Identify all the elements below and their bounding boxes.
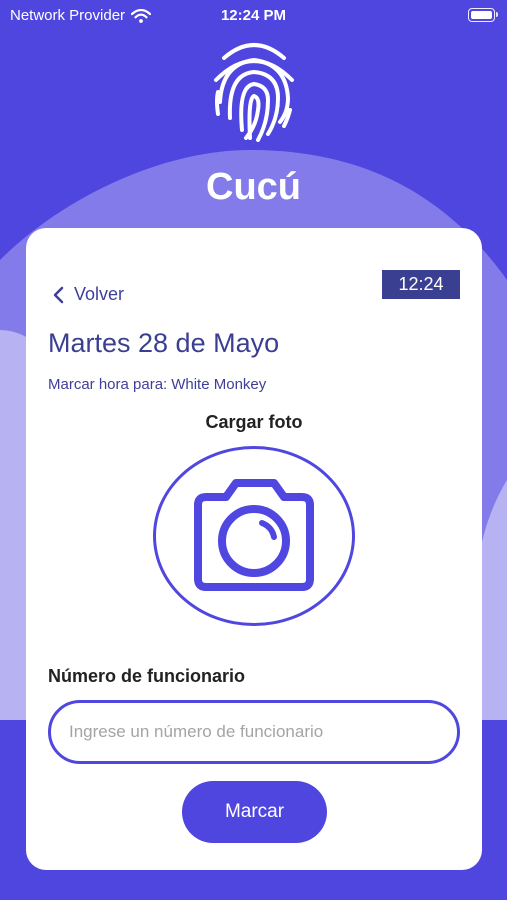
upload-photo-title: Cargar foto bbox=[205, 412, 303, 432]
battery-icon bbox=[468, 8, 498, 22]
upload-photo-button[interactable] bbox=[153, 446, 355, 626]
clock-badge: 12:24 bbox=[382, 270, 460, 299]
date-title: Martes 28 de Mayo bbox=[48, 328, 280, 358]
employee-number-label: Número de funcionario bbox=[48, 666, 246, 686]
app-title: Cucú bbox=[206, 166, 301, 208]
mark-for-text: Marcar hora para: White Monkey bbox=[48, 376, 266, 393]
mark-for-prefix: Marcar hora para: bbox=[48, 376, 168, 393]
status-bar: Network Provider 12:24 PM bbox=[0, 0, 507, 32]
back-button[interactable]: Volver bbox=[52, 284, 124, 305]
camera-icon bbox=[194, 479, 314, 591]
back-label: Volver bbox=[74, 284, 125, 304]
clock-in-card: Volver 12:24 Martes 28 de Mayo Marcar ho… bbox=[26, 228, 482, 870]
status-time: 12:24 PM bbox=[220, 7, 287, 24]
mark-for-user: White Monkey bbox=[171, 376, 267, 393]
fingerprint-icon bbox=[210, 38, 298, 142]
employee-number-input[interactable] bbox=[48, 700, 460, 764]
chevron-left-icon bbox=[53, 286, 64, 303]
submit-button[interactable]: Marcar bbox=[182, 781, 327, 843]
